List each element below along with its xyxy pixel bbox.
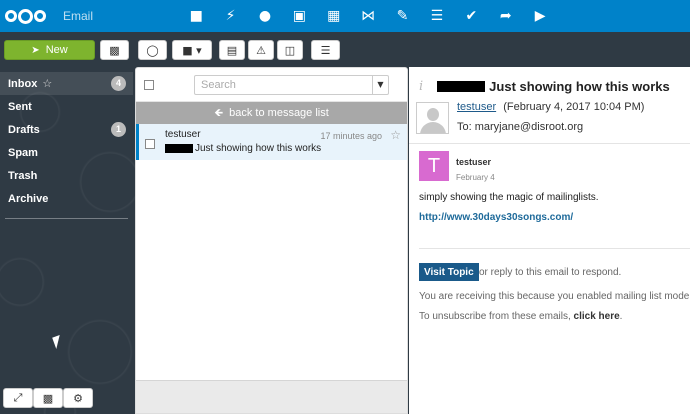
unsubscribe-link[interactable]: click here (574, 311, 620, 322)
contacts-icon[interactable]: ● (248, 0, 282, 32)
star-icon[interactable]: ☆ (42, 77, 52, 90)
send-icon: ➤ (31, 44, 40, 56)
redaction-bar (437, 81, 486, 92)
contact-card-icon: ▩ (109, 43, 120, 57)
tasks-icon[interactable]: ✔ (454, 0, 488, 32)
trash-button[interactable]: ◫ (277, 40, 303, 60)
menu-icon: ☰ (320, 43, 331, 57)
settings-button[interactable]: ⚙ (63, 388, 93, 408)
list-item[interactable]: testuser Just showing how this works 17 … (136, 124, 407, 160)
unsubscribe-notice: To unsubscribe from these emails, click … (419, 311, 622, 322)
new-message-button[interactable]: ➤ New (4, 40, 95, 60)
nextcloud-logo[interactable] (5, 8, 55, 24)
select-all-checkbox[interactable] (144, 79, 154, 90)
archive-button[interactable]: ▤ (219, 40, 245, 60)
unread-count-badge: 4 (111, 76, 126, 91)
search-dropdown-icon[interactable]: ▼ (372, 75, 388, 94)
deck-icon[interactable]: ➦ (489, 0, 523, 32)
back-to-list-button[interactable]: 🡸 back to message list (136, 102, 407, 124)
header-divider (409, 143, 690, 144)
add-folder-icon: ▩ (42, 391, 54, 405)
sidebar-item-label: Spam (8, 146, 38, 159)
author-name: testuser (456, 157, 492, 167)
search-input[interactable]: Search (201, 79, 236, 91)
refresh-icon: ◯ (146, 43, 159, 57)
arrow-left-icon: 🡸 (214, 105, 224, 119)
message-checkbox[interactable] (145, 139, 155, 149)
body-divider (419, 248, 690, 249)
move-folder-icon: ■ ▾ (182, 43, 202, 57)
spam-button[interactable]: ⚠ (248, 40, 274, 60)
sidebar-divider (5, 218, 128, 219)
sender-avatar (416, 102, 449, 134)
sidebar-item-archive[interactable]: Archive (0, 187, 133, 210)
author-date: February 4 (456, 173, 495, 182)
toolbar: ➤ New ▩ ◯ ■ ▾ ▤ ⚠ ◫ ☰ (0, 40, 690, 62)
message-time: 17 minutes ago (320, 131, 382, 141)
spam-warning-icon: ⚠ (256, 43, 266, 57)
search-field[interactable]: Search ▼ (194, 74, 389, 95)
message-list-header: Search ▼ (136, 68, 407, 102)
message-subject: Just showing how this works (195, 143, 322, 154)
message-list-footer (136, 380, 407, 413)
visit-topic-button[interactable]: Visit Topic (419, 263, 479, 281)
app-navigation: ■ ⚡ ● ▣ ▦ ⋈ ✎ ☰ ✔ ➦ ▶ (179, 0, 557, 32)
collapse-icon: ⤢ (13, 391, 23, 404)
news-icon[interactable]: ☰ (420, 0, 454, 32)
info-icon[interactable]: i (419, 79, 423, 94)
star-icon[interactable]: ☆ (390, 128, 401, 142)
author-avatar: T (419, 151, 449, 181)
sender-line: testuser (February 4, 2017 10:04 PM) (457, 101, 644, 113)
message-view: i Just showing how this works testuser (… (409, 67, 690, 414)
unsubscribe-suffix: . (619, 311, 623, 322)
sidebar-item-label: Trash (8, 169, 38, 182)
recipient-line: To: maryjane@disroot.org (457, 121, 584, 133)
archive-icon: ▤ (226, 43, 238, 57)
sidebar-item-drafts[interactable]: Drafts 1 (0, 118, 133, 141)
new-label: New (45, 44, 68, 56)
receiving-notice: You are receiving this because you enabl… (419, 291, 690, 302)
redaction-bar (165, 144, 193, 153)
trash-icon: ◫ (284, 43, 296, 57)
circles-icon[interactable]: ⋈ (351, 0, 385, 32)
sender-link[interactable]: testuser (457, 101, 496, 113)
message-subject: Just showing how this works (489, 79, 670, 94)
unread-count-badge: 1 (111, 122, 126, 137)
activity-icon[interactable]: ⚡ (213, 0, 247, 32)
notes-icon[interactable]: ✎ (385, 0, 419, 32)
move-folder-button[interactable]: ■ ▾ (172, 40, 212, 60)
sidebar-item-sent[interactable]: Sent (0, 95, 133, 118)
message-list-panel: Search ▼ 🡸 back to message list testuser… (135, 67, 408, 414)
sidebar-item-label: Archive (8, 192, 49, 205)
refresh-button[interactable]: ◯ (138, 40, 167, 60)
talk-icon[interactable]: ▶ (523, 0, 557, 32)
sidebar-item-label: Sent (8, 100, 32, 113)
collapse-button[interactable]: ⤢ (3, 388, 33, 408)
unsubscribe-prefix: To unsubscribe from these emails, (419, 311, 571, 322)
sidebar-item-inbox[interactable]: Inbox ☆ 4 (0, 72, 133, 95)
sidebar: Inbox ☆ 4 Sent Drafts 1 Spam Trash Archi… (0, 72, 133, 414)
sidebar-item-trash[interactable]: Trash (0, 164, 133, 187)
settings-icon: ⚙ (73, 391, 83, 405)
sidebar-footer: ⤢ ▩ ⚙ (0, 388, 133, 408)
message-date: (February 4, 2017 10:04 PM) (503, 101, 645, 113)
gallery-icon[interactable]: ▣ (282, 0, 316, 32)
menu-button[interactable]: ☰ (311, 40, 340, 60)
add-folder-button[interactable]: ▩ (33, 388, 63, 408)
message-body-text: simply showing the magic of mailinglists… (419, 192, 599, 203)
sidebar-item-label: Drafts (8, 123, 40, 136)
sidebar-item-label: Inbox (8, 77, 38, 90)
calendar-icon[interactable]: ▦ (317, 0, 351, 32)
sidebar-item-spam[interactable]: Spam (0, 141, 133, 164)
reply-text: or reply to this email to respond. (479, 267, 622, 278)
message-subject-row: Just showing how this works (165, 143, 401, 154)
message-link[interactable]: http://www.30days30songs.com/ (419, 212, 573, 223)
top-header: Email ■ ⚡ ● ▣ ▦ ⋈ ✎ ☰ ✔ ➦ ▶ (0, 0, 690, 32)
back-label: back to message list (229, 107, 329, 119)
contact-card-button[interactable]: ▩ (100, 40, 129, 60)
message-title: i Just showing how this works (419, 79, 670, 94)
files-icon[interactable]: ■ (179, 0, 213, 32)
app-title: Email (63, 9, 94, 23)
